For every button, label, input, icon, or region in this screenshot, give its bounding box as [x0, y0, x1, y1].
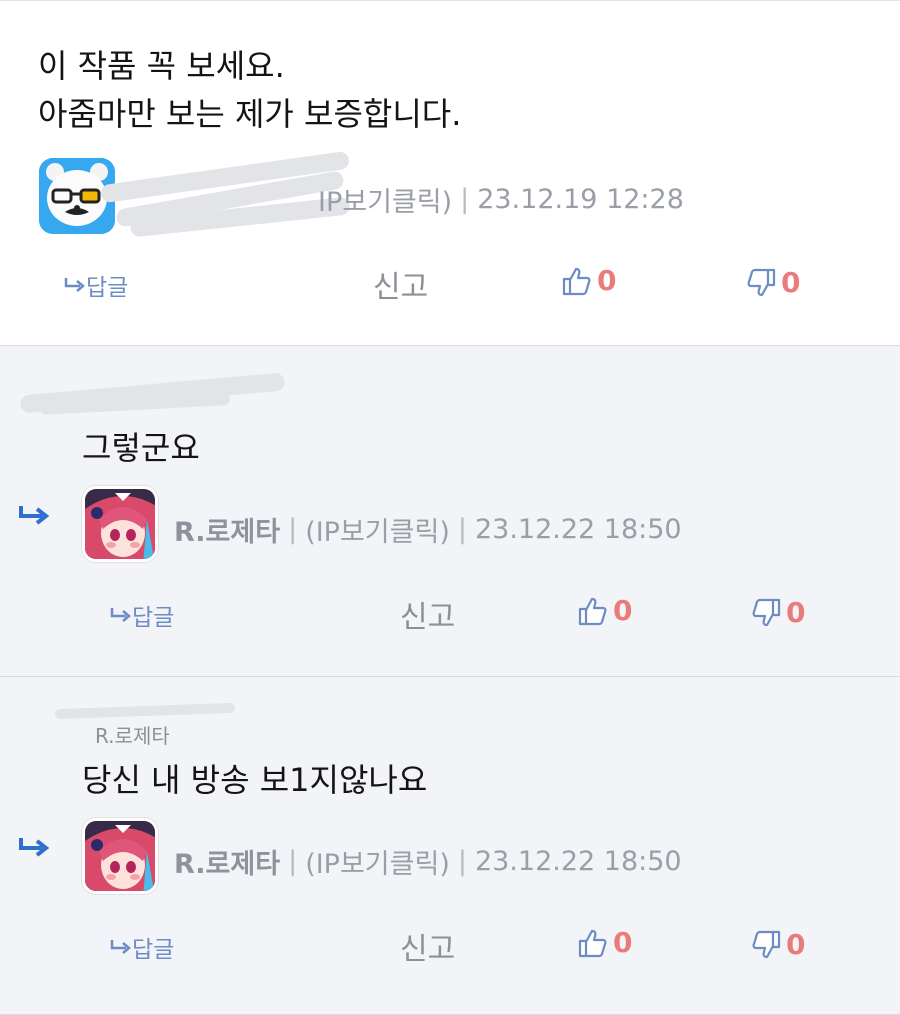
separator: | [288, 514, 298, 545]
nickname[interactable]: R.로제타 [174, 510, 280, 549]
thumbs-down-icon [752, 930, 781, 958]
ip-link[interactable]: IP보기클릭) [318, 180, 452, 219]
ip-link[interactable]: (IP보기클릭) [305, 510, 450, 549]
separator: | [457, 514, 467, 545]
rosetta-avatar-icon [85, 821, 155, 891]
comment-1-line-2: 아줌마만 보는 제가 보증합니다. [38, 95, 462, 133]
reply-arrow-icon [19, 506, 50, 525]
dislike-button[interactable]: 0 [750, 596, 805, 629]
comment-2-meta: R.로제타 | (IP보기클릭) | 23.12.22 18:50 [174, 510, 682, 549]
comment-date: 23.12.19 12:28 [477, 184, 684, 215]
dislike-count: 0 [786, 596, 806, 629]
comment-1-text: 이 작품 꼭 보세요. 아줌마만 보는 제가 보증합니다. [38, 42, 461, 138]
avatar[interactable] [82, 486, 158, 562]
like-button[interactable]: 0 [561, 264, 616, 297]
reply-small-arrow-icon [110, 940, 131, 954]
separator: | [457, 846, 467, 877]
comment-3-meta: R.로제타 | (IP보기클릭) | 23.12.22 18:50 [174, 842, 682, 881]
thumbs-down-icon [747, 268, 776, 296]
dislike-button[interactable]: 0 [750, 928, 805, 961]
reply-button[interactable]: 답글 [64, 268, 128, 302]
reply-to-label: R.로제타 [95, 724, 170, 748]
comment-3-text: 당신 내 방송 보1지않나요 [82, 761, 428, 799]
dislike-button[interactable]: 0 [745, 266, 800, 299]
like-count: 0 [613, 594, 633, 627]
nickname[interactable]: R.로제타 [174, 842, 280, 881]
reply-arrow-icon [19, 838, 50, 857]
report-button[interactable]: 신고 [400, 592, 455, 636]
report-label: 신고 [373, 270, 429, 305]
thumbs-up-icon [562, 267, 591, 295]
comment-2-text: 그렇군요 [82, 429, 200, 467]
comment-date: 23.12.22 18:50 [474, 514, 682, 545]
like-button[interactable]: 0 [577, 926, 632, 959]
like-count: 0 [597, 264, 617, 297]
reply-button[interactable]: 답글 [110, 930, 174, 964]
ip-link[interactable]: (IP보기클릭) [305, 842, 450, 881]
separator: | [460, 184, 470, 215]
reply-label: 답글 [86, 275, 129, 301]
comment-1-line-1: 이 작품 꼭 보세요. [38, 47, 285, 85]
reply-label: 답글 [132, 937, 175, 963]
avatar[interactable] [82, 818, 158, 894]
comment-1-meta: IP보기클릭) | 23.12.19 12:28 [318, 180, 684, 219]
comment-date: 23.12.22 18:50 [474, 846, 682, 877]
report-label: 신고 [400, 600, 456, 635]
reply-small-arrow-icon [64, 278, 85, 292]
thumbs-up-icon [578, 597, 607, 625]
report-label: 신고 [400, 932, 456, 967]
thumbs-down-icon [752, 598, 781, 626]
thumbs-up-icon [578, 929, 607, 957]
separator: | [288, 846, 298, 877]
reply-button[interactable]: 답글 [110, 598, 174, 632]
report-button[interactable]: 신고 [400, 924, 455, 968]
reply-label: 답글 [132, 605, 175, 631]
like-count: 0 [613, 926, 633, 959]
dislike-count: 0 [786, 928, 806, 961]
like-button[interactable]: 0 [577, 594, 632, 627]
report-button[interactable]: 신고 [373, 262, 428, 306]
rosetta-avatar-icon [85, 489, 155, 559]
dislike-count: 0 [781, 266, 801, 299]
reply-small-arrow-icon [110, 608, 131, 622]
